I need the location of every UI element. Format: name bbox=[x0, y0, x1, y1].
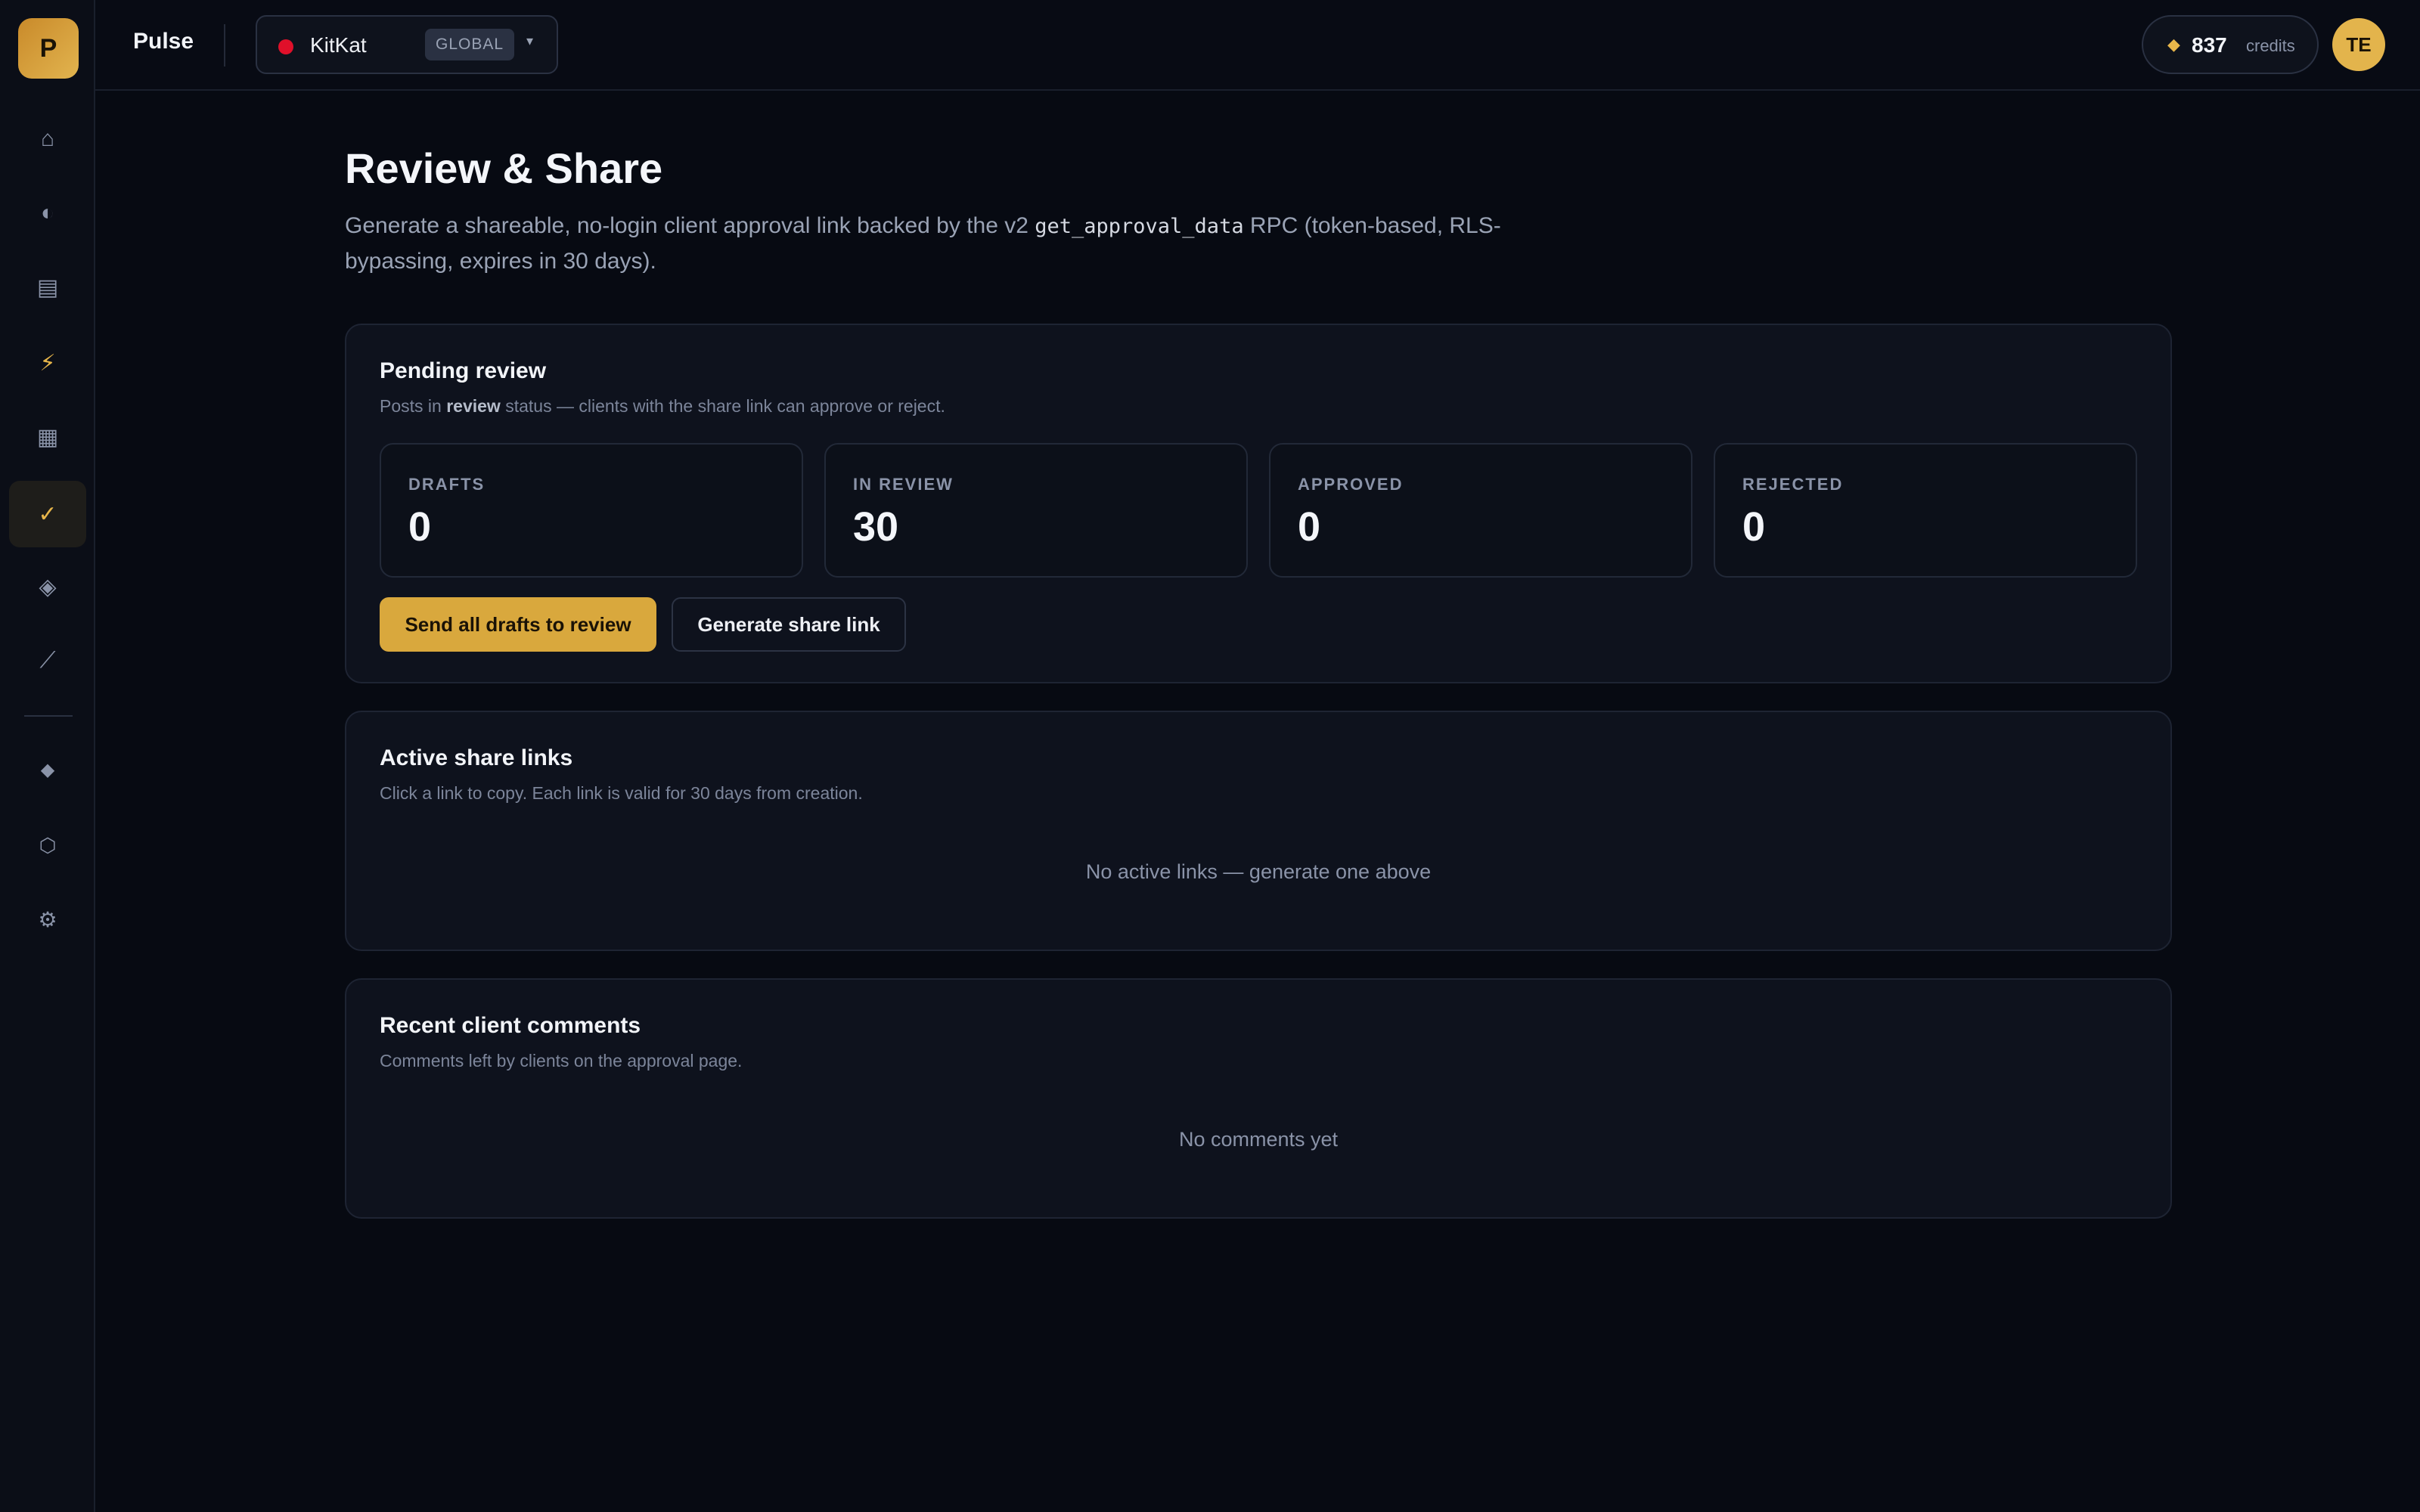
sub-post: status — clients with the share link can… bbox=[500, 396, 945, 416]
pending-review-subtitle: Posts in review status — clients with th… bbox=[380, 396, 945, 417]
stat-value: 0 bbox=[1742, 504, 1766, 550]
recent-comments-card: Recent client comments Comments left by … bbox=[345, 978, 2172, 1219]
grid-icon[interactable]: ▦ bbox=[9, 404, 86, 470]
stat-drafts: DRAFTS 0 bbox=[380, 443, 803, 578]
brand-separator bbox=[224, 24, 225, 67]
comments-empty-state: No comments yet bbox=[1178, 1128, 1339, 1151]
stat-value: 0 bbox=[1298, 504, 1321, 550]
stat-label: IN REVIEW bbox=[853, 475, 954, 494]
document-icon[interactable]: ▤ bbox=[9, 254, 86, 321]
workspace-name: KitKat bbox=[310, 33, 367, 57]
trend-icon[interactable]: ⟋ bbox=[9, 627, 86, 694]
gem-icon[interactable]: ◆ bbox=[9, 736, 86, 803]
pending-review-title: Pending review bbox=[380, 358, 547, 383]
share-links-title: Active share links bbox=[380, 745, 573, 770]
diamond-icon[interactable]: ◈ bbox=[9, 553, 86, 620]
credit-diamond-icon: ◆ bbox=[2167, 35, 2180, 54]
topbar: Pulse KitKat GLOBAL ▾ ◆ 837 credits TE bbox=[95, 0, 2420, 91]
home-icon[interactable]: ⌂ bbox=[9, 106, 86, 172]
send-drafts-button[interactable]: Send all drafts to review bbox=[380, 597, 656, 652]
settings-icon[interactable]: ⚙ bbox=[9, 886, 86, 953]
stat-label: REJECTED bbox=[1742, 475, 1844, 494]
workspace-status-dot bbox=[278, 39, 293, 54]
credits-label: credits bbox=[2246, 36, 2295, 55]
credits-value: 837 bbox=[2192, 33, 2227, 57]
hexagon-icon[interactable]: ⬡ bbox=[9, 812, 86, 878]
page-title: Review & Share bbox=[345, 144, 663, 192]
stat-label: APPROVED bbox=[1298, 475, 1404, 494]
workspace-badge: GLOBAL bbox=[425, 29, 515, 60]
pending-review-card: Pending review Posts in review status — … bbox=[345, 324, 2172, 683]
comments-title: Recent client comments bbox=[380, 1013, 641, 1038]
sub-pre: Posts in bbox=[380, 396, 447, 416]
stat-value: 0 bbox=[408, 504, 432, 550]
desc-text-pre: Generate a shareable, no-login client ap… bbox=[345, 213, 1035, 238]
comments-subtitle: Comments left by clients on the approval… bbox=[380, 1051, 743, 1070]
stat-in-review: IN REVIEW 30 bbox=[824, 443, 1248, 578]
avatar[interactable]: TE bbox=[2332, 18, 2385, 71]
lightning-icon[interactable]: ⚡ bbox=[9, 330, 86, 396]
share-links-subtitle: Click a link to copy. Each link is valid… bbox=[380, 783, 863, 803]
contrast-icon[interactable]: ◐ bbox=[9, 180, 86, 246]
generate-share-link-button[interactable]: Generate share link bbox=[672, 597, 906, 652]
stat-label: DRAFTS bbox=[408, 475, 486, 494]
checkmark-icon[interactable]: ✓ bbox=[9, 481, 86, 547]
page-description: Generate a shareable, no-login client ap… bbox=[345, 209, 1525, 279]
rpc-name: get_approval_data bbox=[1035, 215, 1244, 238]
sub-bold: review bbox=[446, 396, 501, 416]
workspace-selector[interactable]: KitKat GLOBAL ▾ bbox=[256, 15, 558, 74]
sidebar-divider bbox=[24, 715, 73, 717]
credits-pill[interactable]: ◆ 837 credits bbox=[2142, 15, 2319, 74]
chevron-down-icon: ▾ bbox=[526, 33, 534, 48]
app-logo[interactable]: P bbox=[18, 18, 79, 79]
brand-name: Pulse bbox=[133, 29, 194, 54]
stat-rejected: REJECTED 0 bbox=[1714, 443, 2137, 578]
active-share-links-card: Active share links Click a link to copy.… bbox=[345, 711, 2172, 951]
share-links-empty-state: No active links — generate one above bbox=[1085, 860, 1432, 883]
sidebar: P ⌂ ◐ ▤ ⚡ ▦ ✓ ◈ ⟋ ◆ ⬡ ⚙ bbox=[0, 0, 95, 1512]
stat-approved: APPROVED 0 bbox=[1269, 443, 1692, 578]
stat-value: 30 bbox=[853, 504, 899, 550]
